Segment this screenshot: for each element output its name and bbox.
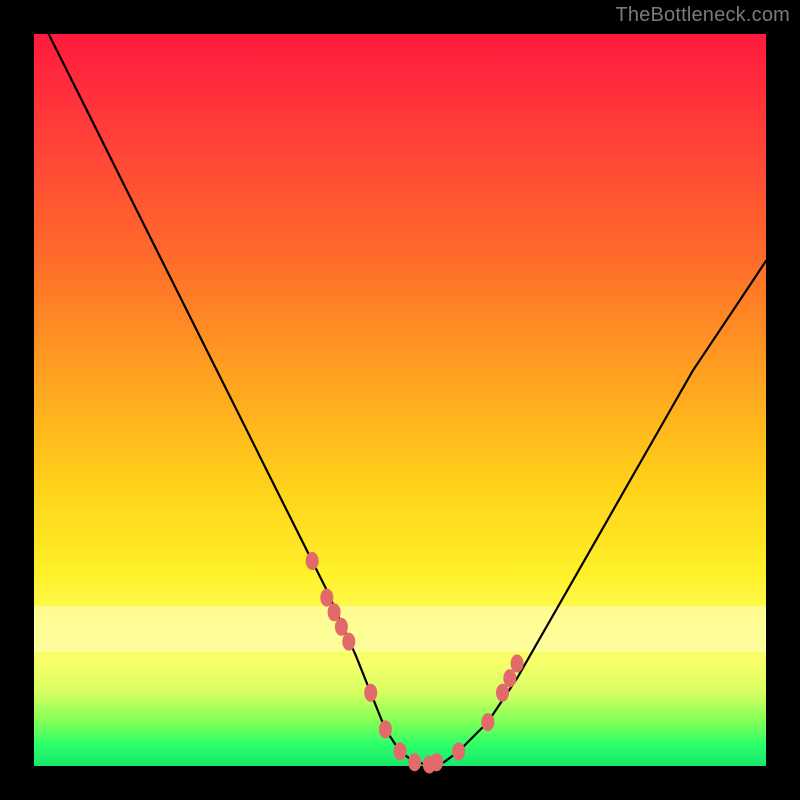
marker-dot: [452, 742, 465, 760]
marker-dot: [342, 633, 355, 651]
marker-dot: [430, 753, 443, 771]
marker-dot: [335, 618, 348, 636]
plot-area: [34, 34, 766, 766]
marker-dot: [328, 603, 341, 621]
marker-dot: [503, 669, 516, 687]
marker-dot: [379, 720, 392, 738]
marker-dot: [394, 742, 407, 760]
marker-dot: [306, 552, 319, 570]
marker-dot: [481, 713, 494, 731]
marker-dot: [364, 684, 377, 702]
chart-frame: TheBottleneck.com: [0, 0, 800, 800]
marker-dot: [496, 684, 509, 702]
watermark-text: TheBottleneck.com: [615, 4, 790, 27]
marker-dots: [306, 552, 524, 774]
marker-dot: [511, 655, 524, 673]
marker-dot: [408, 753, 421, 771]
bottleneck-curve: [34, 5, 766, 765]
curve-layer: [34, 34, 766, 766]
marker-dot: [320, 589, 333, 607]
